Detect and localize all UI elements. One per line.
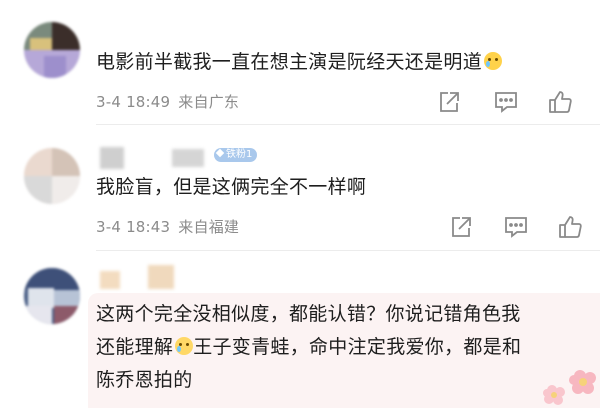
username-blurred xyxy=(100,147,210,169)
comment-icon xyxy=(505,217,527,238)
comment-line-2: 还能理解 王子变青蛙，命中注定我爱你，都是和 xyxy=(96,336,522,358)
like-button[interactable] xyxy=(546,88,574,116)
comment-location: 来自福建 xyxy=(178,218,240,236)
avatar[interactable] xyxy=(24,148,80,204)
fan-badge: 铁粉1 xyxy=(214,148,258,162)
username-blurred xyxy=(100,263,190,293)
like-icon xyxy=(549,91,572,113)
comment-text: 这两个完全没相似度，都能认错？你说记错角色我 还能理解 王子变青蛙，命中注定我爱你… xyxy=(96,298,588,397)
share-button[interactable] xyxy=(435,88,463,116)
share-icon xyxy=(440,92,459,112)
diamond-icon xyxy=(215,148,225,158)
comment-line-3: 陈乔恩拍的 xyxy=(96,369,193,391)
avatar[interactable] xyxy=(24,22,80,78)
share-button[interactable] xyxy=(447,213,475,241)
comment-line-1: 这两个完全没相似度，都能认错？你说记错角色我 xyxy=(96,303,521,325)
comment-item-1: 电影前半截我一直在想主演是阮经天还是明道 3-4 18:49 来自广东 xyxy=(0,0,600,124)
comment-time: 3-4 18:43 xyxy=(96,218,171,236)
flower-sticker-icon xyxy=(536,362,600,408)
like-icon xyxy=(559,216,582,238)
comment-text: 电影前半截我一直在想主演是阮经天还是明道 xyxy=(96,46,576,79)
cold-sweat-emoji xyxy=(175,337,194,355)
comment-meta: 3-4 18:43 来自福建 xyxy=(96,216,239,237)
comment-icon xyxy=(495,92,517,113)
comment-button[interactable] xyxy=(492,88,520,116)
comment-time: 3-4 18:49 xyxy=(96,93,171,111)
comment-button[interactable] xyxy=(502,213,530,241)
comment-item-2: 铁粉1 我脸盲，但是这俩完全不一样啊 3-4 18:43 来自福建 xyxy=(0,125,600,250)
comment-meta: 3-4 18:49 来自广东 xyxy=(96,91,239,112)
comment-item-3: 这两个完全没相似度，都能认错？你说记错角色我 还能理解 王子变青蛙，命中注定我爱你… xyxy=(0,251,600,408)
comment-location: 来自广东 xyxy=(178,93,240,111)
share-icon xyxy=(452,217,471,237)
like-button[interactable] xyxy=(556,213,584,241)
sweat-laugh-emoji xyxy=(484,52,503,70)
avatar[interactable] xyxy=(24,268,80,324)
comment-text: 我脸盲，但是这俩完全不一样啊 xyxy=(96,176,367,198)
